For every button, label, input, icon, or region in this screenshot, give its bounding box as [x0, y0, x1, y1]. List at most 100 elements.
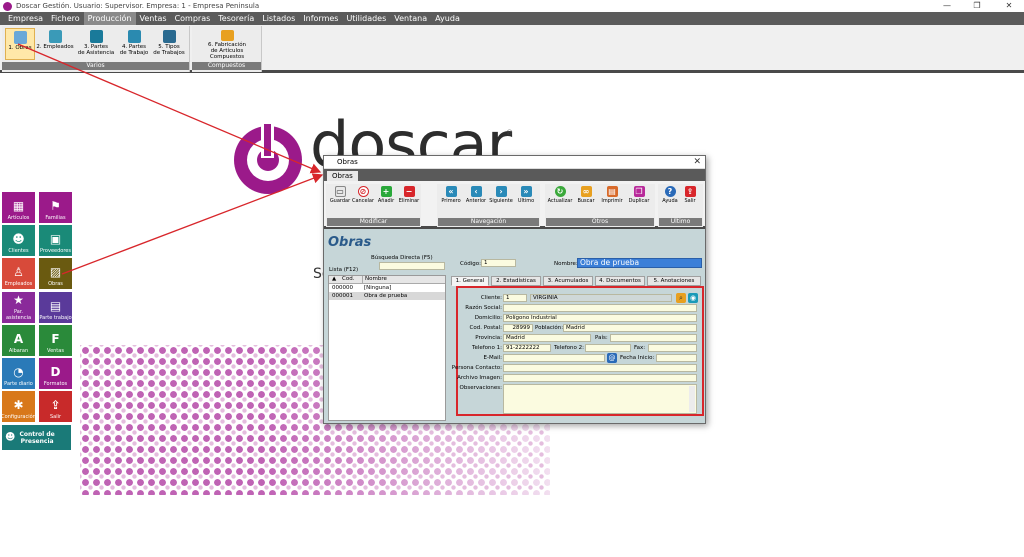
primero-button[interactable]: « Primero	[441, 186, 461, 204]
tile-art-culos[interactable]: ▦ Artículos	[2, 192, 35, 223]
group-label-otros: Otros	[546, 218, 654, 226]
domicilio-input[interactable]: Polígono Industrial	[503, 314, 697, 322]
anadir-button[interactable]: + Añadir	[376, 186, 396, 204]
codigo-input[interactable]: 1	[481, 259, 516, 267]
ribbon-group-label-compuestos: Compuestos	[192, 62, 261, 70]
salir-button[interactable]: ⇪ Salir	[680, 186, 700, 204]
sort-arrow-icon: ▲	[332, 276, 337, 282]
domicilio-label: Domicilio:	[474, 315, 502, 321]
search-client-icon[interactable]: ⌕	[676, 293, 686, 303]
ribbon-partes-trabajo-button[interactable]: 4. Partes de Trabajo	[117, 28, 151, 60]
menu-tesoreria[interactable]: Tesorería	[214, 12, 258, 25]
anterior-button[interactable]: ‹ Anterior	[466, 186, 486, 204]
imprimir-button[interactable]: ▤ Imprimir	[601, 186, 623, 204]
table-row[interactable]: 000000 [Ninguna]	[329, 284, 445, 292]
ribbon-fabricacion-button[interactable]: 6. Fabricación de Artículos Compuestos	[194, 28, 260, 60]
persona-contacto-input[interactable]	[503, 364, 697, 372]
ribbon-group-label-varios: Varios	[2, 62, 189, 70]
telefono2-input[interactable]	[585, 344, 631, 352]
printer-icon: ▤	[606, 186, 618, 197]
cliente-code-input[interactable]: 1	[503, 294, 527, 302]
ayuda-button[interactable]: ? Ayuda	[660, 186, 680, 204]
tile-empleados[interactable]: ♙ Empleados	[2, 258, 35, 289]
tile-salir[interactable]: ⇪ Salir	[39, 391, 72, 422]
busqueda-input[interactable]	[379, 262, 445, 270]
tile-albaran[interactable]: A Albaran	[2, 325, 35, 356]
tab-general[interactable]: 1. General	[451, 276, 489, 286]
email-label: E-Mail:	[483, 355, 503, 361]
poblacion-input[interactable]: Madrid	[563, 324, 697, 332]
tile-label: Salir	[49, 414, 62, 420]
table-row[interactable]: 000001 Obra de prueba	[329, 292, 445, 300]
telefono1-input[interactable]: 91-2222222	[503, 344, 551, 352]
duplicar-button[interactable]: ❐ Duplicar	[629, 186, 649, 204]
menu-listados[interactable]: Listados	[258, 12, 299, 25]
col-header-nombre[interactable]: Nombre	[362, 276, 387, 283]
tab-estadisticas[interactable]: 2. Estadísticas	[491, 276, 541, 286]
menu-fichero[interactable]: Fichero	[47, 12, 84, 25]
actualizar-button[interactable]: ↻ Actualizar	[548, 186, 572, 204]
view-client-icon[interactable]: ◉	[688, 293, 698, 303]
tile-glyph-icon: ▣	[49, 232, 62, 246]
row-nombre: [Ninguna]	[364, 285, 392, 291]
pais-input[interactable]	[610, 334, 697, 342]
menu-empresa[interactable]: Empresa	[4, 12, 47, 25]
clipboard-icon	[127, 30, 141, 43]
tab-acumulados[interactable]: 3. Acumulados	[543, 276, 593, 286]
ribbon-obras-button[interactable]: 1. Obras	[5, 28, 35, 60]
observaciones-scrollbar[interactable]	[689, 386, 695, 412]
tile-ventas[interactable]: F Ventas	[39, 325, 72, 356]
email-input[interactable]	[503, 354, 605, 362]
close-button[interactable]: ✕	[994, 0, 1024, 12]
provincia-input[interactable]: Madrid	[503, 334, 591, 342]
menu-ayuda[interactable]: Ayuda	[431, 12, 464, 25]
tile-label: Artículos	[7, 215, 30, 221]
tile-glyph-icon: ★	[13, 293, 24, 307]
minus-icon: −	[403, 186, 415, 197]
fax-input[interactable]	[648, 344, 697, 352]
menu-utilidades[interactable]: Utilidades	[342, 12, 390, 25]
menu-informes[interactable]: Informes	[299, 12, 342, 25]
tab-anotaciones[interactable]: 5. Anotaciones	[647, 276, 701, 286]
tile-configuraci-n[interactable]: ✱ Configuración	[1, 391, 36, 422]
ribbon-tipos-trabajos-button[interactable]: 5. Tipos de Trabajos	[152, 28, 186, 60]
tab-documentos[interactable]: 4. Documentos	[595, 276, 645, 286]
tile-glyph-icon: ⇪	[50, 398, 61, 412]
tile-familias[interactable]: ⚑ Familias	[39, 192, 72, 223]
razon-social-input[interactable]	[503, 304, 697, 312]
nombre-input[interactable]: Obra de prueba	[577, 258, 702, 268]
menu-ventana[interactable]: Ventana	[390, 12, 431, 25]
tile-clientes[interactable]: ☻ Clientes	[2, 225, 35, 256]
ribbon-partes-asistencia-button[interactable]: 3. Partes de Asistencia	[76, 28, 116, 60]
tab-obras[interactable]: Obras	[327, 171, 358, 181]
menu-compras[interactable]: Compras	[171, 12, 215, 25]
maximize-button[interactable]: ❐	[962, 0, 992, 12]
dialog-close-button[interactable]: ✕	[693, 156, 701, 168]
observaciones-textarea[interactable]	[503, 384, 697, 414]
ultimo-button[interactable]: » Ultimo	[516, 186, 536, 204]
archivo-imagen-input[interactable]	[503, 374, 697, 382]
tile-proveedores[interactable]: ▣ Proveedores	[39, 225, 72, 256]
row-cod: 000000	[332, 285, 353, 291]
tile-control-presencia[interactable]: ☻ Control de Presencia	[2, 425, 71, 450]
menu-ventas[interactable]: Ventas	[136, 12, 171, 25]
cancelar-button[interactable]: ⊘ Cancelar	[352, 186, 374, 204]
tile-obras[interactable]: ▨ Obras	[39, 258, 72, 289]
tile-par-asistencia[interactable]: ★ Par. asistencia	[2, 292, 35, 323]
tile-parte-diario[interactable]: ◔ Parte diario	[2, 358, 35, 389]
cod-postal-input[interactable]: 28999	[503, 324, 533, 332]
eliminar-button[interactable]: − Eliminar	[399, 186, 419, 204]
minimize-button[interactable]: —	[932, 0, 962, 12]
menu-produccion[interactable]: Producción	[83, 12, 136, 25]
siguiente-button[interactable]: › Siguiente	[489, 186, 513, 204]
tile-parte-trabajo[interactable]: ▤ Parte trabajo	[39, 292, 72, 323]
fecha-inicio-input[interactable]	[656, 354, 697, 362]
tile-formatos[interactable]: D Formatos	[39, 358, 72, 389]
col-header-cod[interactable]: Cod.	[342, 276, 354, 283]
email-send-icon[interactable]: @	[607, 353, 617, 363]
tile-glyph-icon: ☻	[12, 232, 25, 246]
buscar-button[interactable]: ∞ Buscar	[576, 186, 596, 204]
tile-glyph-icon: ▤	[49, 299, 62, 313]
guardar-button[interactable]: ▭ Guardar	[330, 186, 350, 204]
ribbon-empleados-button[interactable]: 2. Empleados	[36, 28, 74, 60]
